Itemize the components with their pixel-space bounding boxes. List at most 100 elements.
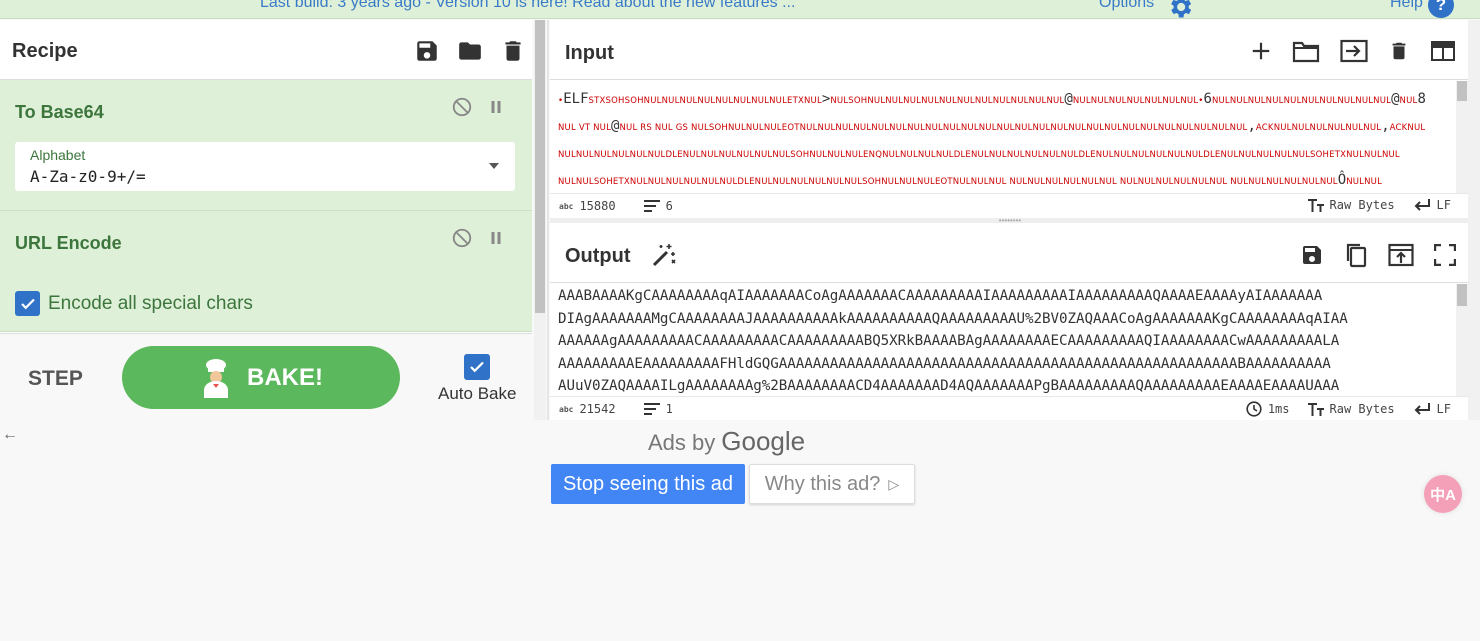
open-input-file-icon[interactable]	[1340, 39, 1368, 63]
input-line: NULNULSOHETXNULNULNULNULNULNULDLENULNULN…	[558, 170, 1450, 193]
input-encoding-label: Raw Bytes	[1329, 198, 1395, 212]
recipe-scrollbar[interactable]	[534, 20, 546, 420]
input-line: •ELFSTXSOHSOHNULNULNULNULNULNULNULNULETX…	[558, 89, 1450, 116]
text-format-icon	[1307, 198, 1324, 212]
replace-input-with-output-icon[interactable]	[1388, 243, 1414, 267]
operation-to-base64[interactable]: To Base64 Alphabet A-Za-z0-9+/=	[0, 80, 532, 211]
input-length: 15880	[579, 199, 616, 213]
bake-time-label: 1ms	[1267, 402, 1290, 416]
help-icon[interactable]: ?	[1428, 0, 1454, 18]
save-output-icon[interactable]	[1300, 243, 1324, 267]
copy-output-icon[interactable]	[1344, 242, 1368, 268]
why-this-ad-button[interactable]: Why this ad? ▷	[749, 464, 915, 504]
disable-operation-icon[interactable]	[451, 227, 473, 249]
back-arrow-icon[interactable]: ←	[2, 426, 18, 444]
gear-icon[interactable]	[1166, 0, 1194, 18]
save-recipe-icon[interactable]	[414, 38, 440, 64]
why-this-ad-label: Why this ad?	[764, 472, 881, 495]
encode-all-checkbox[interactable]	[15, 291, 40, 316]
clear-input-trash-icon[interactable]	[1388, 39, 1410, 63]
input-text-token: ELF	[563, 91, 589, 107]
alphabet-label: Alphabet	[30, 147, 86, 163]
open-file-folder-icon[interactable]	[1292, 39, 1320, 63]
input-pane: Input •ELFSTXSOHSOHNULNULNULNULNULNULNUL…	[550, 20, 1468, 218]
operation-url-encode[interactable]: URL Encode Encode all special chars	[0, 211, 532, 332]
output-line: AUuV0ZAQAAAAILgAAAAAAAAg%2BAAAAAAAACD4AA…	[558, 378, 1340, 394]
caret-down-icon[interactable]	[489, 163, 499, 169]
abc-length-icon: abc	[559, 201, 574, 211]
input-text-token: @	[1391, 91, 1400, 107]
top-banner: Last build: 3 years ago - Version 10 is …	[0, 0, 1480, 19]
input-status-bar: abc 15880 6 Raw Bytes LF	[550, 193, 1468, 218]
control-char-token: NUL	[1399, 96, 1418, 106]
output-status-bar: abc 21542 1 1ms Raw Bytes LF	[550, 396, 1468, 421]
panel-divider[interactable]	[547, 20, 549, 420]
output-length: 21542	[579, 402, 616, 416]
output-title: Output	[565, 245, 631, 267]
recipe-header: Recipe	[0, 20, 532, 80]
magic-wand-icon[interactable]	[651, 242, 677, 268]
disable-operation-icon[interactable]	[451, 96, 473, 118]
maximise-output-icon[interactable]	[1434, 244, 1456, 266]
return-arrow-icon	[1413, 199, 1431, 211]
control-char-token: NULNULNULNULNULNULDLENULNULNULNULNULNULS…	[558, 150, 1400, 160]
auto-bake-checkbox[interactable]	[464, 354, 490, 380]
input-text-token: 6	[1203, 91, 1212, 107]
pause-operation-icon[interactable]	[487, 98, 505, 116]
operation-title: To Base64	[15, 102, 104, 122]
control-char-token: NULNUL	[1346, 177, 1383, 187]
help-link[interactable]: Help	[1390, 0, 1423, 12]
input-textarea[interactable]: •ELFSTXSOHSOHNULNULNULNULNULNULNULNULETX…	[550, 81, 1456, 193]
ads-by-label: Ads by	[648, 430, 716, 455]
output-eol-button[interactable]: LF	[1413, 402, 1451, 416]
abc-length-icon: abc	[559, 404, 574, 414]
page-scrollbar[interactable]	[1468, 20, 1480, 420]
bake-label: BAKE!	[247, 363, 323, 391]
google-logo: Google	[721, 426, 806, 456]
bake-button[interactable]: BAKE!	[122, 346, 400, 409]
output-pane: Output AAABAAAAKgCAAAAAAAAqAIAAAAAAACoAg…	[550, 223, 1468, 420]
control-char-token: ACKNULNULNULNULNULNUL	[1255, 123, 1382, 133]
input-text-token: Ô	[1337, 172, 1347, 188]
control-char-token: NULNULNULNULNULNULNUL	[1072, 96, 1199, 106]
output-header: Output	[550, 223, 1468, 283]
control-char-token: NUL VT NUL	[558, 123, 612, 133]
output-scrollbar[interactable]	[1456, 284, 1468, 396]
output-text[interactable]: AAABAAAAKgCAAAAAAAAqAIAAAAAAACoAgAAAAAAA…	[550, 284, 1456, 396]
control-char-token: NULSOHNULNULNULNULNULNULNULNULNULNULNUL	[830, 96, 1065, 106]
bake-time: 1ms	[1246, 401, 1290, 417]
clear-recipe-trash-icon[interactable]	[500, 38, 526, 64]
lines-icon	[643, 403, 660, 415]
reset-layout-icon[interactable]	[1430, 40, 1456, 62]
input-encoding-button[interactable]: Raw Bytes	[1307, 198, 1395, 212]
options-link[interactable]: Options	[1099, 0, 1154, 12]
input-line-count: 6	[665, 199, 673, 213]
output-line: AAAAAAAAAEAAAAAAAAAFHldGQGAAAAAAAAAAAAAA…	[558, 355, 1331, 372]
input-title: Input	[565, 42, 614, 64]
control-char-token: NULNULNULNULNULNULNULNULNULNUL	[1211, 96, 1392, 106]
step-button[interactable]: STEP	[28, 367, 83, 391]
output-encoding-label: Raw Bytes	[1329, 402, 1395, 416]
translate-icon[interactable]: 中A	[1424, 475, 1462, 513]
stop-seeing-ad-button[interactable]: Stop seeing this ad	[551, 464, 745, 504]
input-text-token: @	[1064, 91, 1073, 107]
input-eol-label: LF	[1436, 198, 1451, 212]
lines-icon	[643, 200, 660, 212]
control-char-token: NULNULSOHETXNULNULNULNULNULNULDLENULNULN…	[558, 177, 1338, 187]
input-scrollbar[interactable]	[1456, 81, 1468, 193]
output-eol-label: LF	[1436, 402, 1451, 416]
pause-operation-icon[interactable]	[487, 229, 505, 247]
input-eol-button[interactable]: LF	[1413, 198, 1451, 212]
output-line-count: 1	[665, 402, 673, 416]
output-encoding-button[interactable]: Raw Bytes	[1307, 402, 1395, 416]
add-tab-plus-icon[interactable]	[1250, 40, 1272, 62]
alphabet-select[interactable]: Alphabet A-Za-z0-9+/=	[15, 142, 515, 191]
version-notice-link[interactable]: Last build: 3 years ago - Version 10 is …	[260, 0, 795, 12]
output-line: DIAgAAAAAAAMgCAAAAAAAAJAAAAAAAAAAkAAAAAA…	[558, 310, 1348, 327]
control-char-token: ACKNUL	[1389, 123, 1426, 133]
load-recipe-folder-icon[interactable]	[456, 38, 484, 64]
input-text-token: 8	[1417, 91, 1426, 107]
output-line: AAABAAAAKgCAAAAAAAAqAIAAAAAAACoAgAAAAAAA…	[558, 288, 1323, 304]
alphabet-value: A-Za-z0-9+/=	[30, 167, 146, 186]
recipe-title: Recipe	[12, 40, 78, 62]
